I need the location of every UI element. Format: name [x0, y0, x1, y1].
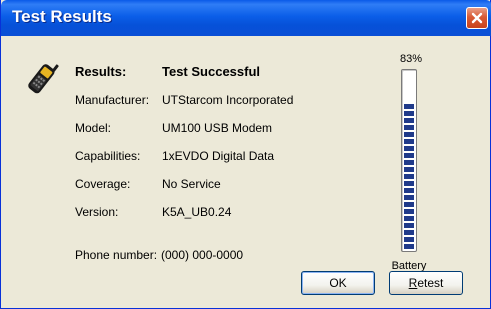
mobile-phone-icon: [28, 64, 59, 94]
capabilities-value: 1xEVDO Digital Data: [162, 149, 275, 163]
battery-percent: 83%: [399, 53, 423, 65]
model-value: UM100 USB Modem: [162, 121, 273, 135]
capabilities-label: Capabilities:: [75, 149, 141, 163]
test-results-dialog: Test Results Results: Test Successful Ma…: [0, 0, 491, 309]
battery-meter: [401, 69, 417, 252]
close-icon: [471, 12, 483, 24]
window-title: Test Results: [12, 7, 112, 26]
ok-button[interactable]: OK: [301, 271, 375, 295]
version-value: K5A_UB0.24: [162, 205, 232, 219]
results-value: Test Successful: [162, 64, 261, 79]
retest-button[interactable]: Retest: [389, 271, 463, 295]
close-button[interactable]: [466, 7, 488, 29]
version-label: Version:: [75, 205, 119, 219]
manufacturer-label: Manufacturer:: [75, 93, 150, 107]
phone-number-label: Phone number:: [75, 248, 158, 262]
phone-number-value: (000) 000-0000: [161, 248, 244, 262]
coverage-value: No Service: [162, 177, 221, 191]
results-label: Results:: [75, 64, 127, 79]
coverage-label: Coverage:: [75, 177, 131, 191]
retest-label: Retest: [408, 276, 444, 290]
dialog-body: Results: Test Successful Manufacturer: U…: [5, 36, 488, 306]
model-label: Model:: [75, 121, 112, 135]
title-bar[interactable]: Test Results: [1, 0, 491, 36]
manufacturer-value: UTStarcom Incorporated: [162, 93, 294, 107]
battery-meter-fill: [404, 102, 414, 249]
